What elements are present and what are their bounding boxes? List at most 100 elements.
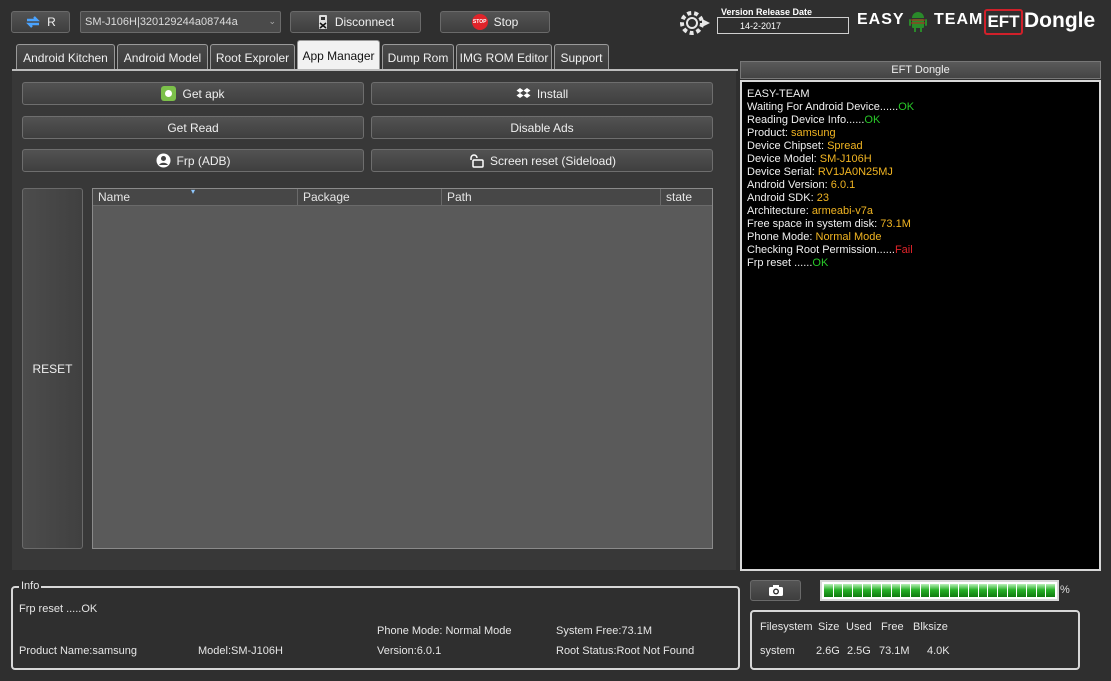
log-line-label: Reading Device Info......: [747, 114, 865, 126]
unlock-icon: [470, 153, 484, 168]
progress-segment: [843, 584, 853, 597]
tab-img-rom-editor[interactable]: IMG ROM Editor: [456, 44, 552, 71]
log-line-label: Frp reset ......: [747, 257, 813, 269]
frp-adb-label: Frp (ADB): [176, 153, 231, 168]
tab-android-kitchen[interactable]: Android Kitchen: [16, 44, 115, 71]
info-root-status: Root Status:Root Not Found: [556, 645, 695, 657]
log-line-label: Architecture:: [747, 205, 812, 217]
info-model: Model:SM-J106H: [198, 645, 283, 657]
progress-segment: [833, 584, 843, 597]
chevron-down-icon: ⌄: [268, 16, 276, 26]
info-legend: Info: [19, 580, 42, 592]
log-line-label: Checking Root Permission......: [747, 244, 895, 256]
log-line-value: 6.0.1: [830, 179, 856, 191]
log-line: Architecture: armeabi-v7a: [747, 205, 1094, 218]
reset-button[interactable]: RESET: [22, 188, 83, 549]
log-line-label: Android SDK:: [747, 192, 817, 204]
refresh-button[interactable]: R: [11, 11, 70, 33]
log-line: Device Serial: RV1JA0N25MJ: [747, 166, 1094, 179]
filesystem-group: [750, 610, 1080, 670]
progress-segment: [1046, 584, 1056, 597]
column-name[interactable]: Name ▾: [93, 187, 298, 205]
log-title: EFT Dongle: [740, 61, 1101, 79]
brand-team: TEAM: [934, 11, 984, 28]
stop-label: Stop: [493, 15, 519, 29]
disable-ads-button[interactable]: Disable Ads: [371, 116, 713, 139]
log-line-label: Free space in system disk:: [747, 218, 881, 230]
disconnect-button[interactable]: Disconnect: [290, 11, 421, 33]
device-select[interactable]: SM-J106H|320129244a08744a ⌄: [80, 11, 281, 33]
log-line-label: EASY-TEAM: [747, 88, 810, 100]
install-label: Install: [536, 86, 569, 101]
progress-segment: [901, 584, 911, 597]
log-line: Phone Mode: Normal Mode: [747, 231, 1094, 244]
log-line-value: RV1JA0N25MJ: [817, 166, 893, 178]
log-line-label: Phone Mode:: [747, 231, 816, 243]
log-line-label: Device Model:: [747, 153, 820, 165]
refresh-icon: [26, 16, 41, 28]
log-line: Free space in system disk: 73.1M: [747, 218, 1094, 231]
fs-header-free: Free: [881, 621, 904, 633]
log-line-value: armeabi-v7a: [811, 205, 873, 217]
column-path[interactable]: Path: [442, 189, 661, 205]
tab-root-exproler[interactable]: Root Exproler: [210, 44, 295, 71]
progress-segment: [872, 584, 882, 597]
gear-update-icon: [680, 11, 710, 35]
log-line: Device Chipset: Spread: [747, 140, 1094, 153]
device-select-value: SM-J106H|320129244a08744a: [85, 16, 238, 28]
get-read-button[interactable]: Get Read: [22, 116, 364, 139]
brand-easy: EASY: [857, 11, 905, 28]
install-button[interactable]: Install: [371, 82, 713, 105]
fs-row-blksize: 4.0K: [927, 645, 950, 657]
get-apk-label: Get apk: [182, 86, 225, 101]
log-line-value: OK: [898, 101, 915, 113]
progress-segment: [920, 584, 930, 597]
column-package[interactable]: Package: [298, 189, 442, 205]
table-header: Name ▾ Package Path state: [93, 187, 712, 206]
progress-segment: [930, 584, 940, 597]
info-phone-mode: Phone Mode: Normal Mode: [377, 625, 512, 637]
column-name-label: Name: [98, 190, 131, 204]
screen-reset-button[interactable]: Screen reset (Sideload): [371, 149, 713, 172]
info-frp: Frp reset .....OK: [19, 603, 98, 615]
progress-segment: [824, 584, 833, 597]
tab-support[interactable]: Support: [554, 44, 609, 71]
sort-indicator-icon: ▾: [191, 187, 196, 196]
screen-reset-label: Screen reset (Sideload): [489, 153, 617, 168]
dropbox-icon: [516, 87, 531, 98]
log-line: Android Version: 6.0.1: [747, 179, 1094, 192]
log-console: EASY-TEAM Waiting For Android Device.....…: [740, 80, 1101, 571]
progress-segment: [882, 584, 891, 597]
progress-segment: [862, 584, 872, 597]
fs-row-free: 73.1M: [879, 645, 910, 657]
screenshot-button[interactable]: [750, 580, 801, 601]
progress-segment: [969, 584, 978, 597]
tab-app-manager[interactable]: App Manager: [297, 40, 380, 71]
info-product: Product Name:samsung: [19, 645, 137, 657]
log-line: Product: samsung: [747, 127, 1094, 140]
progress-segment: [949, 584, 959, 597]
tab-dump-rom[interactable]: Dump Rom: [382, 44, 454, 71]
log-line: Reading Device Info......OK: [747, 114, 1094, 127]
version-date: 14-2-2017: [717, 17, 849, 34]
fs-header-filesystem: Filesystem: [760, 621, 813, 633]
log-line: EASY-TEAM: [747, 88, 1094, 101]
fs-header-size: Size: [818, 621, 840, 633]
brand-dongle: Dongle: [1024, 9, 1096, 32]
tab-android-model[interactable]: Android Model: [117, 44, 208, 71]
app-table[interactable]: Name ▾ Package Path state: [92, 187, 713, 549]
column-state[interactable]: state: [661, 189, 712, 205]
progress-segment: [891, 584, 901, 597]
progress-bar: [820, 580, 1059, 601]
frp-adb-button[interactable]: Frp (ADB): [22, 149, 364, 172]
fs-row-used: 2.5G: [847, 645, 871, 657]
log-line-value: Spread: [827, 140, 863, 152]
stop-icon: STOP: [471, 14, 488, 30]
version-title: Version Release Date: [721, 7, 813, 17]
camera-icon: [768, 585, 783, 596]
progress-suffix: %: [1060, 584, 1070, 596]
info-system-free: System Free:73.1M: [556, 625, 652, 637]
log-line-value: 23: [816, 192, 829, 204]
get-apk-button[interactable]: Get apk: [22, 82, 364, 105]
stop-button[interactable]: STOP Stop: [440, 11, 550, 33]
